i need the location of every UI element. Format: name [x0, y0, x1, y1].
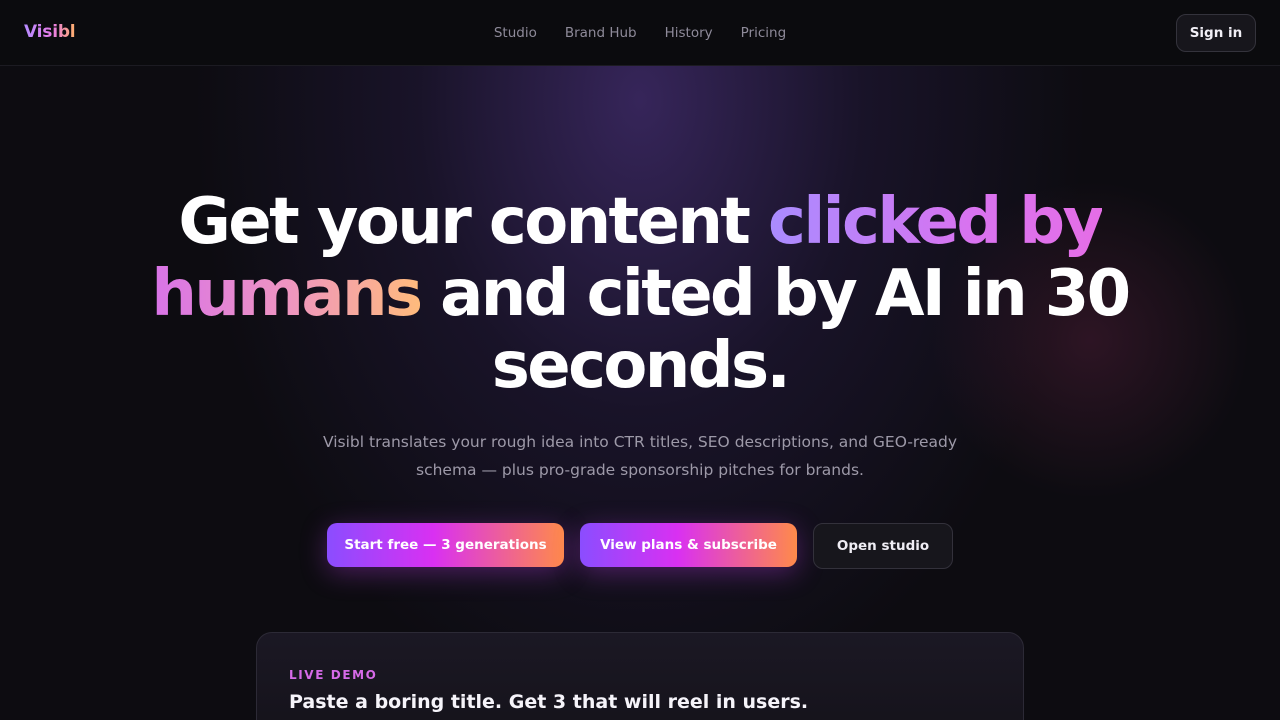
nav-link-brand-hub[interactable]: Brand Hub: [565, 25, 637, 41]
headline-highlight-1: clicked by: [767, 185, 1104, 259]
nav-link-studio[interactable]: Studio: [494, 25, 537, 41]
live-demo-card: LIVE DEMO Paste a boring title. Get 3 th…: [256, 632, 1024, 720]
cta-group: Start free — 3 generations View plans & …: [0, 523, 1280, 569]
nav-link-pricing[interactable]: Pricing: [741, 25, 787, 41]
hero-headline: Get your content clicked by humans and ci…: [0, 186, 1280, 402]
demo-eyebrow: LIVE DEMO: [289, 668, 378, 682]
demo-title: Paste a boring title. Get 3 that will re…: [289, 691, 809, 713]
landing-page: Visibl Studio Brand Hub History Pricing …: [0, 0, 1280, 720]
headline-text-2: and cited by AI in 30 seconds.: [420, 257, 1131, 403]
logo[interactable]: Visibl: [24, 22, 76, 42]
nav-links: Studio Brand Hub History Pricing: [494, 0, 786, 66]
start-free-button[interactable]: Start free — 3 generations: [327, 523, 564, 567]
sign-in-button[interactable]: Sign in: [1176, 14, 1256, 52]
hero: Get your content clicked by humans and ci…: [0, 186, 1280, 484]
headline-text-1: Get your content: [178, 185, 768, 259]
open-studio-button[interactable]: Open studio: [813, 523, 953, 569]
headline-highlight-2: humans: [151, 257, 423, 331]
hero-subtitle: Visibl translates your rough idea into C…: [322, 433, 957, 479]
nav-link-history[interactable]: History: [665, 25, 713, 41]
view-plans-button[interactable]: View plans & subscribe: [580, 523, 797, 567]
top-nav: Visibl Studio Brand Hub History Pricing …: [0, 0, 1280, 66]
